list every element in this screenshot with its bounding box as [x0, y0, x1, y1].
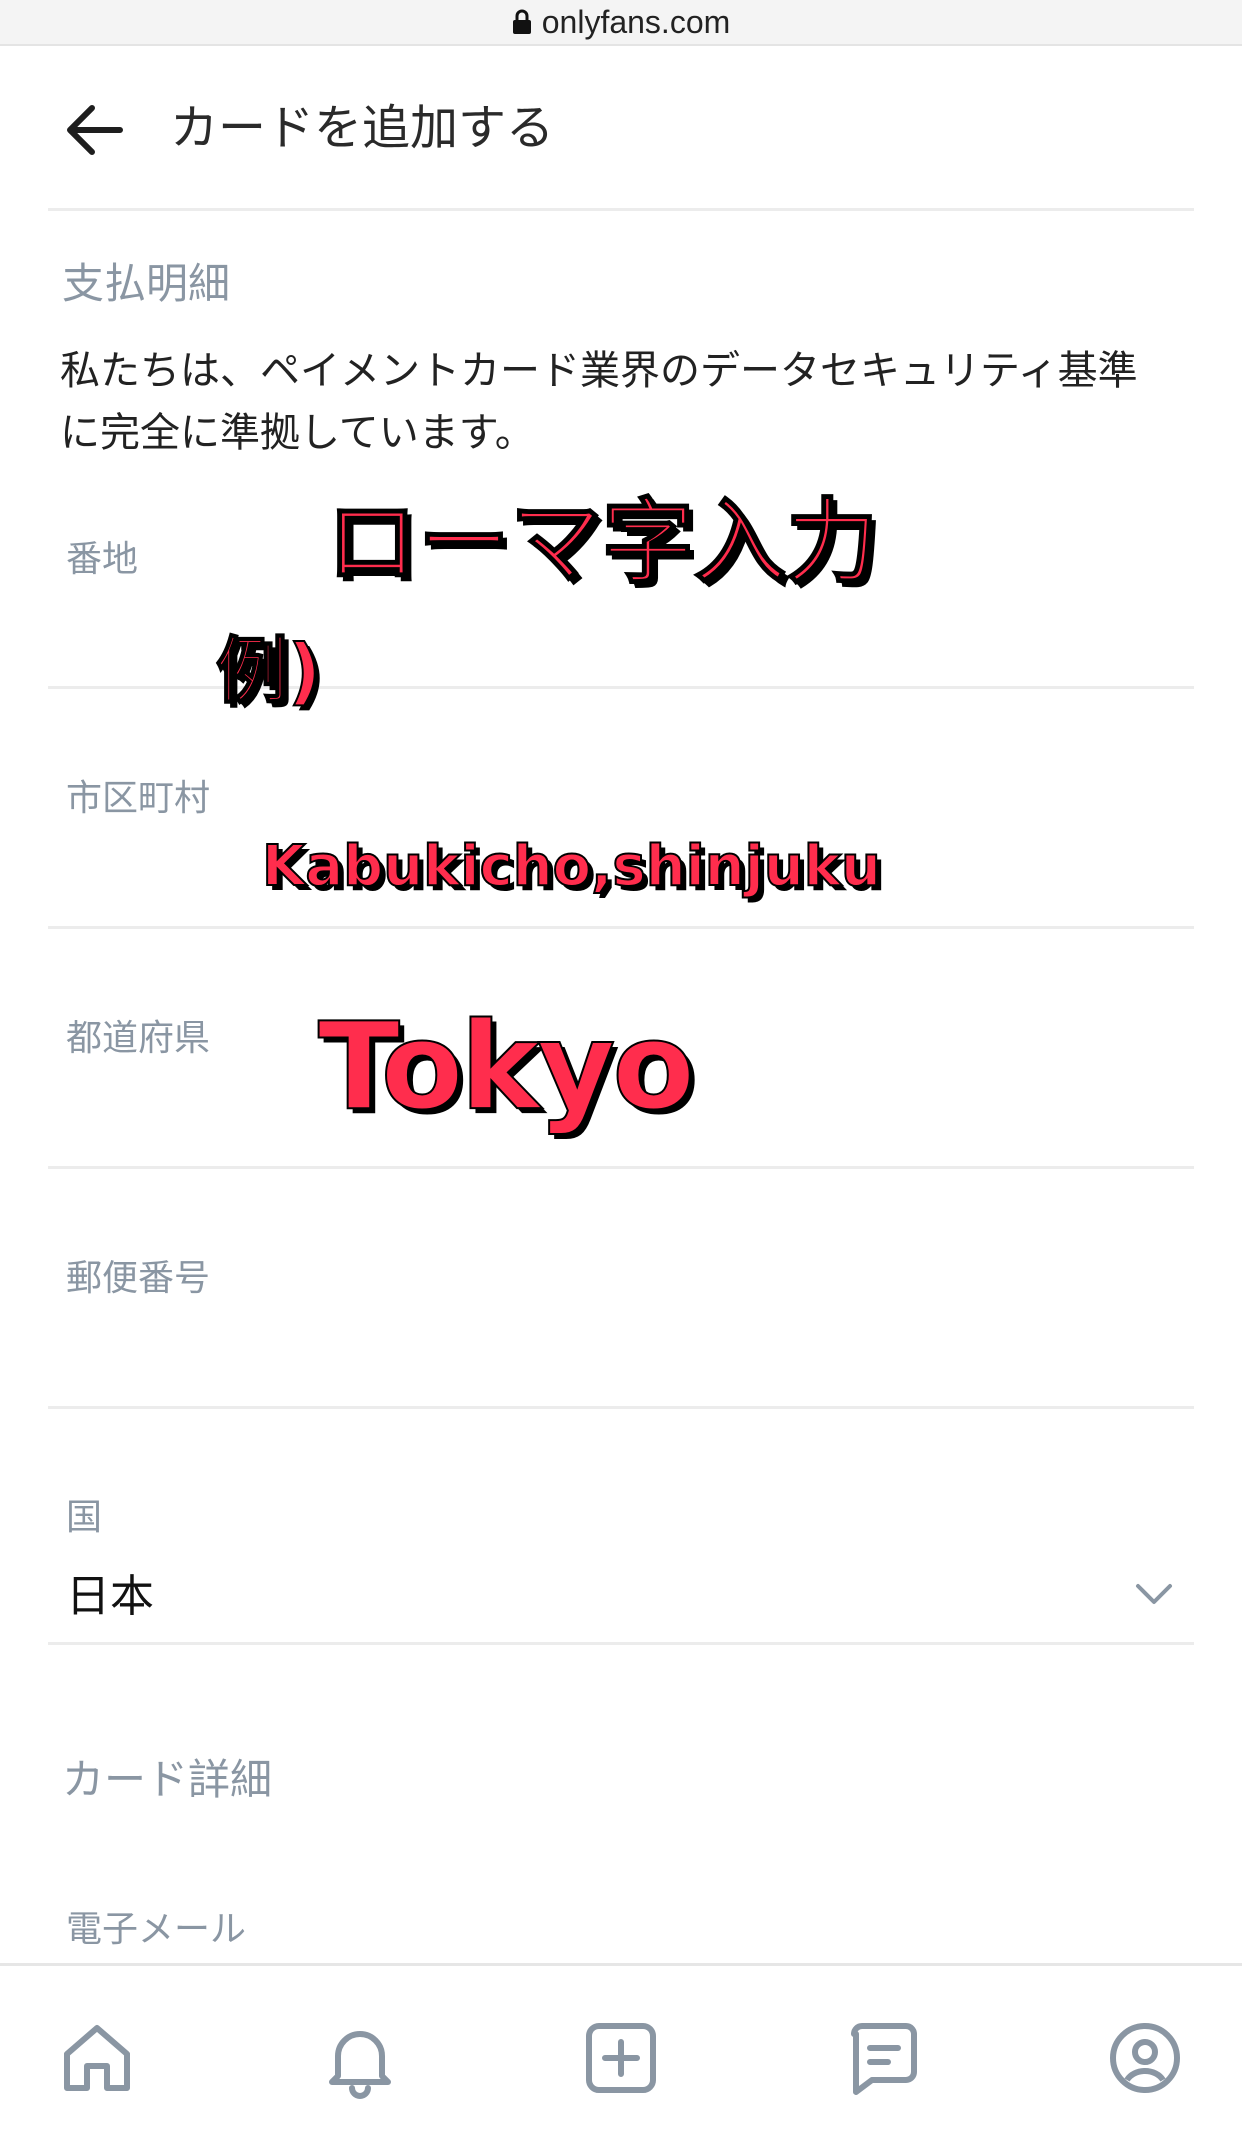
- home-icon: [64, 2025, 130, 2091]
- country-select[interactable]: 国 日本: [48, 1488, 1194, 1640]
- back-button[interactable]: [60, 94, 132, 166]
- url-text: onlyfans.com: [541, 3, 731, 40]
- postal-input[interactable]: [66, 1309, 1174, 1379]
- country-label: 国: [66, 1497, 103, 1538]
- card-section-title: カード詳細: [62, 1755, 273, 1804]
- overlay-example: 例): [215, 628, 322, 714]
- overlay-state-example: Tokyo: [317, 997, 696, 1138]
- nav-home-button[interactable]: [55, 2016, 139, 2100]
- postal-divider: [48, 1406, 1194, 1409]
- bottom-nav: [0, 1963, 1242, 2137]
- nav-profile-button[interactable]: [1103, 2016, 1187, 2100]
- bell-icon: [329, 2031, 391, 2099]
- message-icon: [851, 2023, 917, 2095]
- billing-section-title: 支払明細: [62, 259, 231, 308]
- page-header: カードを追加する: [0, 44, 1242, 210]
- browser-url-bar[interactable]: onlyfans.com: [0, 0, 1242, 46]
- email-label: 電子メール: [66, 1909, 247, 1950]
- nav-add-post-button[interactable]: [579, 2016, 663, 2100]
- arrow-left-icon: [67, 105, 123, 155]
- country-value: 日本: [66, 1571, 154, 1622]
- overlay-city-example: Kabukicho,shinjuku: [261, 833, 882, 900]
- pci-notice: 私たちは、ペイメントカード業界のデータセキュリティ基準に完全に準拠しています。: [60, 348, 1138, 456]
- chevron-down-icon: [1136, 1584, 1172, 1604]
- street-label: 番地: [66, 539, 139, 580]
- header-divider: [48, 208, 1194, 211]
- city-label: 市区町村: [66, 778, 211, 819]
- overlay-romaji: ローマ字入力: [325, 488, 879, 597]
- profile-icon: [1110, 2023, 1180, 2093]
- page-title: カードを追加する: [170, 100, 555, 156]
- lock-icon: [512, 9, 531, 34]
- plus-square-icon: [586, 2023, 656, 2093]
- nav-notifications-button[interactable]: [318, 2016, 402, 2100]
- nav-messages-button[interactable]: [842, 2016, 926, 2100]
- postal-field: 郵便番号: [48, 1169, 1194, 1407]
- country-divider: [48, 1642, 1194, 1645]
- state-label: 都道府県: [66, 1018, 211, 1059]
- postal-label: 郵便番号: [66, 1258, 211, 1299]
